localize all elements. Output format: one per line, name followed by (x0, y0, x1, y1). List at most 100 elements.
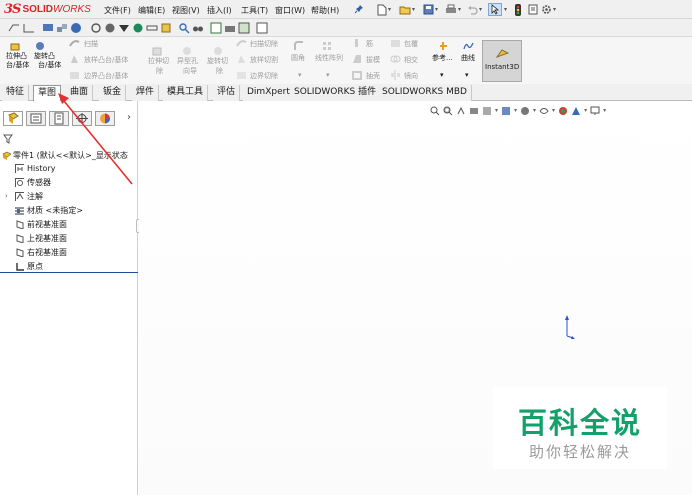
hide-show-icon[interactable] (132, 22, 144, 34)
monitor-icon[interactable] (42, 22, 54, 34)
reference-chevron[interactable]: ▾ (440, 71, 444, 80)
chevron-down-icon[interactable]: ▾ (503, 3, 507, 16)
menu-help[interactable]: 帮助(H) (311, 5, 339, 16)
rib-label[interactable]: 筋 (366, 40, 373, 49)
dimxpert-manager-tab[interactable] (72, 111, 92, 126)
reference-label[interactable]: 参考... (432, 54, 453, 63)
extrude-boss-label-2[interactable]: 台/基体 (6, 61, 29, 70)
boundary-cut-icon[interactable] (236, 70, 247, 80)
intersect-icon[interactable] (390, 54, 401, 64)
section-view-icon[interactable] (469, 106, 479, 116)
swept-cut-icon[interactable] (236, 38, 247, 48)
expand-arrow-icon[interactable]: › (5, 190, 8, 203)
mass-properties-icon[interactable] (160, 22, 172, 34)
hide-show-items-icon[interactable] (539, 106, 549, 116)
instant3d-button[interactable]: Instant3D (482, 40, 522, 82)
hole-wizard-label[interactable]: 异型孔 (177, 57, 198, 66)
chevron-down-icon[interactable]: ▾ (552, 107, 555, 114)
measure-icon[interactable] (146, 22, 158, 34)
new-document-button[interactable]: ▾ (377, 3, 391, 16)
hole-wizard-icon[interactable] (182, 46, 193, 56)
fillet-label[interactable]: 圆角 (291, 54, 305, 63)
menu-file[interactable]: 文件(F) (104, 5, 131, 16)
chevron-down-icon[interactable]: ▾ (514, 107, 517, 114)
intersect-label[interactable]: 相交 (404, 56, 418, 65)
pin-icon[interactable] (354, 4, 364, 14)
wrap-icon[interactable] (390, 38, 401, 48)
edit-appearance-icon[interactable] (558, 106, 568, 116)
menu-edit[interactable]: 编辑(E) (138, 5, 165, 16)
tab-evaluate[interactable]: 评估 (213, 85, 241, 101)
menu-tools[interactable]: 工具(T) (241, 5, 268, 16)
zoom-to-area-icon[interactable] (443, 106, 453, 116)
binoculars-icon[interactable] (192, 22, 204, 34)
tab-sheet-metal[interactable]: 钣金 (99, 85, 127, 101)
save-button[interactable]: ▾ (423, 3, 438, 16)
assembly-icon[interactable] (56, 22, 68, 34)
menu-view[interactable]: 视图(V) (172, 5, 200, 16)
revolve-boss-label-2[interactable]: 台/基体 (38, 61, 61, 70)
display-style-icon[interactable] (520, 106, 530, 116)
rib-icon[interactable] (352, 38, 363, 48)
tab-weldments[interactable]: 焊件 (132, 85, 160, 101)
shell-label[interactable]: 抽壳 (366, 72, 380, 81)
extruded-cut-label-2[interactable]: 除 (156, 67, 163, 76)
dimension-icon[interactable] (23, 22, 35, 34)
loft-label[interactable]: 放样凸台/基体 (84, 56, 128, 65)
tab-dimxpert[interactable]: DimXpert (243, 85, 295, 101)
options-button[interactable]: ▾ (541, 3, 556, 16)
swept-cut-label[interactable]: 扫描切除 (250, 40, 278, 49)
extruded-cut-label[interactable]: 拉伸切 (148, 57, 169, 66)
filter-icon[interactable] (3, 134, 13, 144)
loft-icon[interactable] (69, 54, 80, 64)
tab-surfaces[interactable]: 曲面 (66, 85, 94, 101)
undo-button[interactable]: ▾ (467, 3, 482, 16)
revolved-cut-label-2[interactable]: 除 (216, 67, 223, 76)
curves-icon[interactable] (463, 41, 474, 51)
boundary-icon[interactable] (69, 70, 80, 80)
revolved-cut-label[interactable]: 旋转切 (207, 57, 228, 66)
extruded-cut-icon[interactable] (152, 46, 163, 56)
revolve-boss-label[interactable]: 旋转凸 (34, 52, 55, 61)
boundary-label[interactable]: 边界凸台/基体 (84, 72, 128, 81)
mirror-icon[interactable] (390, 70, 401, 80)
reference-geometry-icon[interactable] (438, 41, 449, 51)
print-button[interactable]: ▾ (445, 3, 461, 16)
tab-solidworks-addins[interactable]: SOLIDWORKS 插件 (290, 85, 382, 101)
chevron-down-icon[interactable]: ▾ (603, 107, 606, 114)
lofted-cut-label[interactable]: 放样切割 (250, 56, 278, 65)
draft-icon[interactable] (352, 54, 363, 64)
tab-sketch[interactable]: 草图 (33, 85, 62, 101)
select-button[interactable] (488, 3, 502, 16)
chevron-down-icon[interactable]: ▾ (495, 107, 498, 114)
boundary-cut-label[interactable]: 边界切除 (250, 72, 278, 81)
drawing-icon[interactable] (210, 22, 222, 34)
revolve-boss-icon[interactable] (35, 41, 46, 51)
revolved-cut-icon[interactable] (213, 46, 224, 56)
search-icon[interactable] (178, 22, 190, 34)
configuration-manager-tab[interactable] (49, 111, 69, 126)
draft-label[interactable]: 拔模 (366, 56, 380, 65)
feature-manager-tab[interactable] (3, 111, 23, 126)
rollback-bar[interactable] (0, 272, 138, 273)
extrude-boss-icon[interactable] (10, 41, 21, 51)
fillet-chevron[interactable]: ▾ (298, 71, 302, 80)
tab-features[interactable]: 特征 (2, 85, 30, 101)
file-properties-button[interactable] (528, 3, 538, 16)
zoom-to-fit-icon[interactable] (430, 106, 440, 116)
view-settings-icon[interactable] (590, 106, 600, 116)
mirror-label[interactable]: 镜向 (404, 72, 418, 81)
sweep-label[interactable]: 扫描 (84, 40, 98, 49)
appearance-icon[interactable] (70, 22, 82, 34)
lofted-cut-icon[interactable] (236, 54, 247, 64)
dynamic-annotation-icon[interactable] (482, 106, 492, 116)
tab-solidworks-mbd[interactable]: SOLIDWORKS MBD (378, 85, 472, 101)
linear-pattern-label[interactable]: 线性阵列 (315, 54, 343, 63)
display-style-icon[interactable] (118, 22, 130, 34)
toolbar-options-icon[interactable] (256, 22, 268, 34)
linear-pattern-icon[interactable] (322, 41, 333, 51)
display-manager-tab[interactable] (95, 111, 115, 126)
view-orientation-icon[interactable] (501, 106, 511, 116)
open-button[interactable]: ▾ (399, 3, 415, 16)
solidworks-logo[interactable]: 3S SOLID WORKS (4, 2, 91, 17)
